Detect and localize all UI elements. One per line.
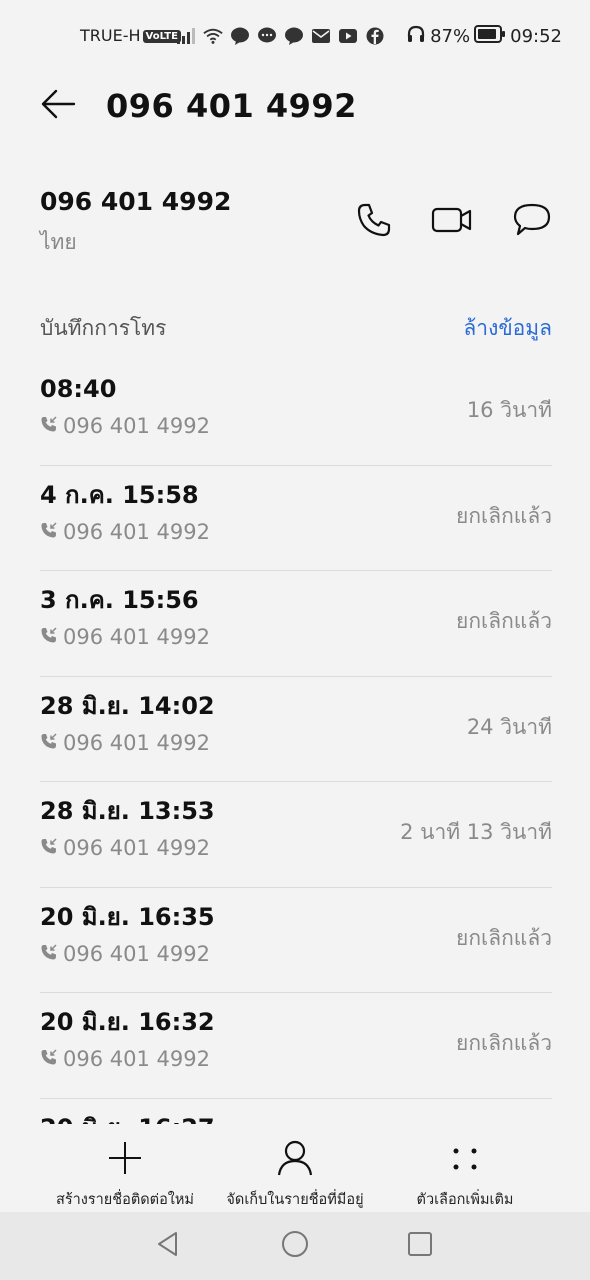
call-record[interactable]: 4 ก.ค. 15:58 096 401 4992 ยกเลิกแล้ว <box>40 466 552 571</box>
call-record[interactable]: 28 มิ.ย. 14:02 096 401 4992 24 วินาที <box>40 677 552 782</box>
call-duration: 2 นาที 13 วินาที <box>400 820 552 844</box>
call-number-line: 096 401 4992 <box>40 729 210 757</box>
new-contact-label: สร้างรายชื่อติดต่อใหม่ <box>56 1192 194 1208</box>
call-button[interactable] <box>352 200 396 244</box>
call-number: 096 401 4992 <box>63 941 210 966</box>
save-to-existing-label: จัดเก็บในรายชื่อที่มีอยู่ <box>226 1192 364 1208</box>
contact-card: 096 401 4992 ไทย <box>0 162 590 272</box>
mail-icon <box>311 26 331 46</box>
call-number: 096 401 4992 <box>63 519 210 544</box>
call-duration: ยกเลิกแล้ว <box>456 925 552 950</box>
call-record[interactable]: 20 มิ.ย. 16:32 096 401 4992 ยกเลิกแล้ว <box>40 993 552 1099</box>
square-recents-icon <box>406 1230 434 1262</box>
incoming-call-icon <box>40 623 58 651</box>
battery-icon <box>474 24 506 48</box>
headphones-icon <box>406 24 426 49</box>
incoming-call-icon <box>40 412 58 440</box>
call-time: 4 ก.ค. 15:58 <box>40 480 199 509</box>
clear-history-button[interactable]: ล้างข้อมูล <box>463 314 552 342</box>
call-record[interactable]: 08:40 096 401 4992 16 วินาที <box>40 360 552 466</box>
contact-region: ไทย <box>40 230 77 254</box>
carrier-label: TRUE-H <box>80 26 141 45</box>
more-options-button[interactable]: ตัวเลือกเพิ่มเติม <box>370 1134 560 1210</box>
line-app-icon <box>230 26 250 46</box>
call-record[interactable]: 20 มิ.ย. 16:35 096 401 4992 ยกเลิกแล้ว <box>40 888 552 993</box>
carrier-name: TRUE-H VoLTE <box>80 26 181 45</box>
youtube-icon <box>338 26 358 46</box>
contact-number: 096 401 4992 <box>40 187 232 216</box>
call-duration: 16 วินาที <box>466 398 552 422</box>
call-duration: ยกเลิกแล้ว <box>456 503 552 528</box>
call-number: 096 401 4992 <box>63 836 210 860</box>
message-button[interactable] <box>510 200 554 244</box>
dots-icon <box>370 1138 560 1178</box>
call-time: 08:40 <box>40 375 117 403</box>
call-time: 20 มิ.ย. 16:32 <box>40 1008 215 1036</box>
circle-home-icon <box>280 1229 310 1263</box>
call-list: 08:40 096 401 4992 16 วินาที 4 ก.ค. 15:5… <box>40 360 552 1124</box>
new-contact-button[interactable]: สร้างรายชื่อติดต่อใหม่ <box>30 1134 220 1210</box>
call-duration: 24 วินาที <box>466 714 552 739</box>
call-record[interactable]: 3 ก.ค. 15:56 096 401 4992 ยกเลิกแล้ว <box>40 571 552 677</box>
back-button[interactable] <box>38 86 78 126</box>
notification-icons <box>176 24 385 48</box>
triangle-back-icon <box>154 1230 182 1262</box>
system-nav-bar <box>0 1212 590 1280</box>
call-time: 28 มิ.ย. 14:02 <box>40 691 215 720</box>
call-duration: ยกเลิกแล้ว <box>456 609 552 633</box>
incoming-call-icon <box>40 729 58 757</box>
nav-back-button[interactable] <box>150 1228 186 1264</box>
call-time: 20 มิ.ย. 16:35 <box>40 902 215 931</box>
nav-home-button[interactable] <box>277 1228 313 1264</box>
incoming-call-icon <box>40 834 58 862</box>
more-options-label: ตัวเลือกเพิ่มเติม <box>416 1192 514 1208</box>
call-record-partial[interactable]: 20 มิ.ย. 16:27 <box>40 1099 552 1125</box>
clock: 09:52 <box>510 25 562 47</box>
call-number: 096 401 4992 <box>63 625 210 649</box>
call-number-line: 096 401 4992 <box>40 412 210 440</box>
page-title: 096 401 4992 <box>106 87 357 125</box>
call-history: บันทึกการโทร ล้างข้อมูล 08:40 096 401 49… <box>0 288 590 1124</box>
facebook-icon <box>365 26 385 46</box>
call-number: 096 401 4992 <box>63 414 210 438</box>
plus-icon <box>30 1138 220 1178</box>
nav-recents-button[interactable] <box>402 1228 438 1264</box>
call-number: 096 401 4992 <box>63 730 210 755</box>
video-call-button[interactable] <box>430 200 474 244</box>
incoming-call-icon <box>40 940 58 968</box>
call-record[interactable]: 28 มิ.ย. 13:53 096 401 4992 2 นาที 13 วิ… <box>40 782 552 888</box>
person-icon <box>200 1138 390 1178</box>
chat-bubble-icon <box>512 202 552 242</box>
call-time: 28 มิ.ย. 13:53 <box>40 797 215 825</box>
call-number-line: 096 401 4992 <box>40 518 210 546</box>
call-number-line: 096 401 4992 <box>40 623 210 651</box>
incoming-call-icon <box>40 518 58 546</box>
battery-percent: 87% <box>430 25 471 47</box>
video-camera-icon <box>431 205 473 239</box>
arrow-left-icon <box>40 88 76 124</box>
status-bar: TRUE-H VoLTE 87% 09:52 <box>0 0 590 72</box>
line-app-icon-2 <box>284 26 304 46</box>
call-time: 20 มิ.ย. 16:27 <box>40 1113 215 1125</box>
call-number-line: 096 401 4992 <box>40 940 210 968</box>
bottom-action-bar: สร้างรายชื่อติดต่อใหม่ จัดเก็บในรายชื่อท… <box>0 1124 590 1212</box>
status-right: 87% 09:52 <box>406 24 562 48</box>
phone-icon <box>356 202 392 242</box>
call-number-line: 096 401 4992 <box>40 1045 210 1073</box>
call-number: 096 401 4992 <box>63 1047 210 1071</box>
app-header: 096 401 4992 <box>0 72 590 162</box>
incoming-call-icon <box>40 1045 58 1073</box>
signal-icon <box>176 26 196 46</box>
call-number-line: 096 401 4992 <box>40 834 210 862</box>
save-to-existing-button[interactable]: จัดเก็บในรายชื่อที่มีอยู่ <box>200 1134 390 1210</box>
call-history-title: บันทึกการโทร <box>40 316 167 340</box>
call-time: 3 ก.ค. 15:56 <box>40 586 199 614</box>
message-bubble-icon <box>257 26 277 46</box>
call-history-header: บันทึกการโทร ล้างข้อมูล <box>40 314 552 344</box>
call-duration: ยกเลิกแล้ว <box>456 1031 552 1055</box>
wifi-icon <box>203 26 223 46</box>
